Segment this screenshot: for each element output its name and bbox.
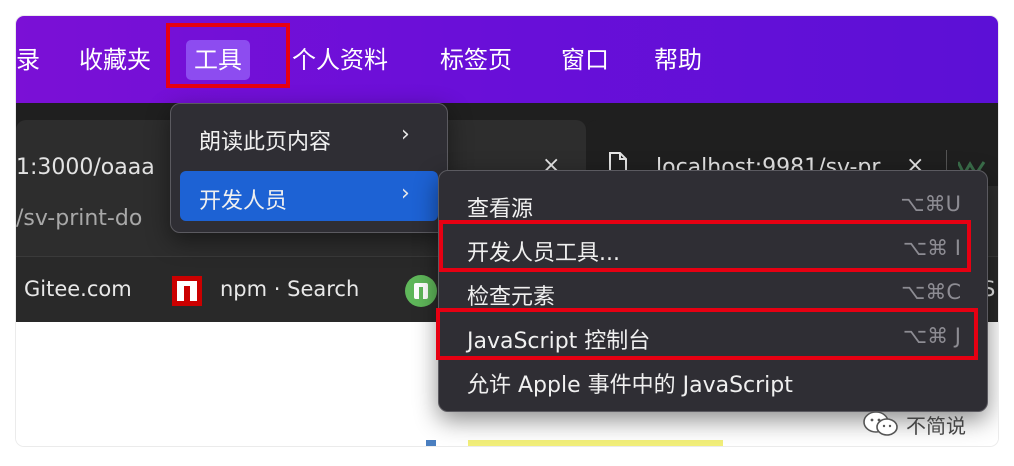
menu-item-read-aloud[interactable]: 朗读此页内容: [199, 124, 331, 156]
menubar: 录 收藏夹 工具 个人资料 标签页 窗口 帮助: [16, 16, 998, 103]
developer-submenu: 查看源 ⌥⌘U 开发人员工具... ⌥⌘ I 检查元素 ⌥⌘C JavaScri…: [438, 170, 988, 412]
menu-item-tools[interactable]: 工具: [186, 40, 250, 80]
menu-item-developer[interactable]: 开发人员 ›: [180, 171, 438, 221]
menu-item-developer-tools[interactable]: 开发人员工具...: [467, 235, 620, 267]
shortcut-javascript-console: ⌥⌘ J: [902, 324, 961, 348]
mint-icon: [405, 275, 437, 307]
bookmark-npm-search[interactable]: npm · Search: [220, 277, 359, 301]
wechat-icon: [863, 411, 898, 436]
shortcut-view-source: ⌥⌘U: [900, 192, 961, 216]
tab-title: 1:3000/oaaa: [16, 155, 155, 180]
content-fragment: [468, 440, 723, 446]
browser-window: 录 收藏夹 工具 个人资料 标签页 窗口 帮助 1:3000/oaaa × lo…: [16, 16, 998, 446]
menu-item-history-partial[interactable]: 录: [16, 40, 40, 80]
menu-item-tabs[interactable]: 标签页: [440, 40, 512, 80]
menu-item-help[interactable]: 帮助: [654, 40, 702, 80]
menu-item-developer-label: 开发人员: [199, 189, 288, 214]
shortcut-developer-tools: ⌥⌘ I: [902, 236, 961, 260]
url-text[interactable]: /sv-print-do: [16, 206, 142, 231]
menu-item-profile[interactable]: 个人资料: [292, 40, 388, 80]
shortcut-inspect-element: ⌥⌘C: [901, 280, 961, 304]
menu-item-allow-apple-events-js[interactable]: 允许 Apple 事件中的 JavaScript: [467, 367, 793, 399]
menu-item-javascript-console[interactable]: JavaScript 控制台: [467, 323, 650, 355]
menu-item-view-source[interactable]: 查看源: [467, 191, 533, 223]
content-fragment: [426, 440, 436, 446]
chevron-right-icon: ›: [401, 122, 410, 147]
watermark-text: 不简说: [906, 414, 966, 438]
chevron-right-icon: ›: [401, 181, 410, 206]
tools-dropdown-menu: 朗读此页内容 › 开发人员 ›: [170, 103, 448, 233]
bookmark-gitee[interactable]: Gitee.com: [24, 277, 132, 301]
menu-item-inspect-element[interactable]: 检查元素: [467, 279, 555, 311]
npm-icon: [172, 276, 202, 306]
menu-item-favorites[interactable]: 收藏夹: [79, 40, 151, 80]
menu-item-window[interactable]: 窗口: [561, 40, 609, 80]
